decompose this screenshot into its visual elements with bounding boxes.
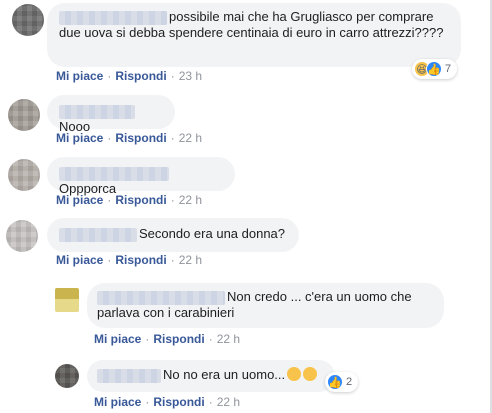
reply-bubble: No no era un uomo... bbox=[87, 360, 335, 392]
reply-link[interactable]: Rispondi bbox=[115, 69, 166, 83]
reply-link[interactable]: Rispondi bbox=[153, 395, 204, 409]
like-link[interactable]: Mi piace bbox=[56, 253, 103, 267]
avatar[interactable] bbox=[12, 4, 44, 36]
laughing-emoji-icon bbox=[287, 367, 302, 381]
separator: · bbox=[170, 69, 175, 83]
timestamp[interactable]: 23 h bbox=[179, 69, 202, 83]
timestamp[interactable]: 22 h bbox=[179, 193, 202, 207]
reply: No no era un uomo... 👍 2 Mi piace · Rispond… bbox=[0, 358, 492, 413]
timestamp[interactable]: 22 h bbox=[179, 253, 202, 267]
timestamp[interactable]: 22 h bbox=[217, 395, 240, 409]
author-name[interactable] bbox=[59, 227, 137, 242]
author-name[interactable] bbox=[97, 290, 225, 305]
timestamp[interactable]: 22 h bbox=[179, 131, 202, 145]
like-link[interactable]: Mi piace bbox=[56, 69, 103, 83]
reply-link[interactable]: Rispondi bbox=[153, 332, 204, 346]
comment-actions: Mi piace · Rispondi · 22 h bbox=[56, 130, 202, 146]
comment-bubble: Oppporca bbox=[47, 157, 235, 196]
author-name[interactable] bbox=[59, 10, 167, 25]
timestamp[interactable]: 22 h bbox=[217, 332, 240, 346]
separator: · bbox=[170, 131, 175, 145]
separator: · bbox=[107, 131, 112, 145]
separator: · bbox=[170, 193, 175, 207]
reaction-count: 7 bbox=[445, 63, 452, 76]
comment: Nooo Mi piace · Rispondi · 22 h bbox=[0, 95, 492, 150]
reply: Non credo ... c'era un uomo che parlava … bbox=[0, 283, 492, 348]
separator: · bbox=[145, 395, 150, 409]
comments-feed: possibile mai che ha Grugliasco per comp… bbox=[0, 0, 492, 413]
comment-bubble: Secondo era una donna? bbox=[47, 218, 299, 252]
comment-bubble: possibile mai che ha Grugliasco per comp… bbox=[47, 3, 461, 67]
separator: · bbox=[107, 69, 112, 83]
laughing-emoji-icon bbox=[303, 367, 318, 381]
avatar[interactable] bbox=[8, 159, 40, 191]
comment: Secondo era una donna? Mi piace · Rispondi… bbox=[0, 216, 492, 271]
author-name[interactable] bbox=[59, 104, 135, 119]
separator: · bbox=[208, 395, 213, 409]
reaction-count: 2 bbox=[346, 376, 353, 389]
comment-bubble: Nooo bbox=[47, 95, 175, 134]
reply-actions: Mi piace · Rispondi · 22 h bbox=[94, 394, 240, 410]
avatar[interactable] bbox=[55, 364, 79, 388]
separator: · bbox=[208, 332, 213, 346]
comment-actions: Mi piace · Rispondi · 22 h bbox=[56, 252, 202, 268]
reply-text: No no era un uomo... bbox=[163, 367, 286, 382]
like-icon: 👍 bbox=[327, 374, 343, 391]
reply-link[interactable]: Rispondi bbox=[115, 131, 166, 145]
comment-text: Secondo era una donna? bbox=[139, 226, 286, 241]
comment-actions: Mi piace · Rispondi · 23 h bbox=[56, 68, 202, 84]
separator: · bbox=[107, 253, 112, 267]
like-link[interactable]: Mi piace bbox=[56, 131, 103, 145]
reply-link[interactable]: Rispondi bbox=[115, 193, 166, 207]
separator: · bbox=[145, 332, 150, 346]
like-link[interactable]: Mi piace bbox=[94, 395, 141, 409]
avatar[interactable] bbox=[6, 220, 38, 252]
author-name[interactable] bbox=[97, 368, 161, 383]
like-link[interactable]: Mi piace bbox=[56, 193, 103, 207]
author-name[interactable] bbox=[59, 166, 169, 181]
reactions-summary[interactable]: 😆👍 7 bbox=[412, 59, 458, 79]
separator: · bbox=[107, 193, 112, 207]
reply-link[interactable]: Rispondi bbox=[115, 253, 166, 267]
comment: Oppporca Mi piace · Rispondi · 22 h bbox=[0, 155, 492, 210]
separator: · bbox=[170, 253, 175, 267]
reply-bubble: Non credo ... c'era un uomo che parlava … bbox=[87, 283, 444, 328]
reply-actions: Mi piace · Rispondi · 22 h bbox=[94, 331, 240, 347]
reactions-summary[interactable]: 👍 2 bbox=[325, 372, 359, 392]
like-link[interactable]: Mi piace bbox=[94, 332, 141, 346]
like-icon: 👍 bbox=[426, 61, 442, 78]
comment-actions: Mi piace · Rispondi · 22 h bbox=[56, 192, 202, 208]
avatar[interactable] bbox=[8, 99, 40, 131]
avatar[interactable] bbox=[55, 288, 79, 312]
comment: possibile mai che ha Grugliasco per comp… bbox=[0, 0, 492, 90]
